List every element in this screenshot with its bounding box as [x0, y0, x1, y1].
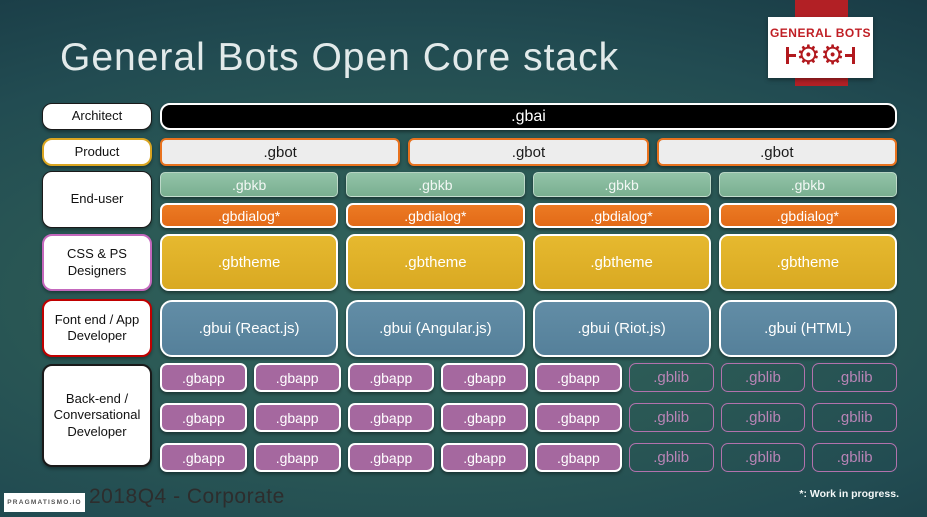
gear-icon: ⚙	[796, 40, 821, 71]
gbkb-box: .gbkb	[718, 172, 897, 197]
gblib-box: .gblib	[812, 443, 897, 472]
gbapp-box: .gbapp	[535, 403, 622, 432]
gbapp-box: .gbapp	[441, 363, 528, 392]
gbui-angular-box: .gbui (Angular.js)	[346, 300, 525, 357]
gbkb-box: .gbkb	[160, 172, 339, 197]
slide: { "title": "General Bots Open Core stack…	[0, 0, 927, 517]
row-apps-2: .gbapp .gbapp .gbapp .gbapp .gbapp .gbli…	[160, 403, 897, 432]
gblib-box: .gblib	[628, 363, 714, 392]
row-gbui: .gbui (React.js) .gbui (Angular.js) .gbu…	[160, 300, 897, 357]
gblib-box: .gblib	[628, 403, 714, 432]
gbot-box: .gbot	[408, 138, 649, 166]
slide-title: General Bots Open Core stack	[60, 36, 620, 79]
gbot-box: .gbot	[656, 138, 897, 166]
gbapp-box: .gbapp	[535, 443, 622, 472]
gbdialog-box: .gbdialog*	[718, 203, 897, 228]
gbui-riot-box: .gbui (Riot.js)	[532, 300, 711, 357]
row-gbot: .gbot .gbot .gbot	[160, 138, 897, 166]
gblib-box: .gblib	[628, 443, 714, 472]
gbtheme-box: .gbtheme	[160, 234, 339, 291]
gbtheme-box: .gbtheme	[532, 234, 711, 291]
gear-axle-icon	[844, 54, 852, 57]
gbapp-box: .gbapp	[441, 443, 528, 472]
gbkb-box: .gbkb	[532, 172, 711, 197]
gblib-box: .gblib	[720, 403, 806, 432]
row-apps-1: .gbapp .gbapp .gbapp .gbapp .gbapp .gbli…	[160, 363, 897, 392]
gbapp-box: .gbapp	[347, 403, 435, 432]
role-label-end-user: End-user	[42, 171, 152, 228]
gbapp-box: .gbapp	[160, 443, 247, 472]
gbdialog-box: .gbdialog*	[532, 203, 711, 228]
gears-icon: ⚙ ⚙	[786, 40, 855, 71]
gbapp-box: .gbapp	[253, 363, 341, 392]
footer-caption: 2018Q4 - Corporate	[89, 485, 285, 508]
row-apps-3: .gbapp .gbapp .gbapp .gbapp .gbapp .gbli…	[160, 443, 897, 472]
gbapp-box: .gbapp	[347, 363, 435, 392]
gblib-box: .gblib	[812, 403, 897, 432]
pragmatismo-badge: PRAGMATISMO.IO	[4, 493, 85, 512]
gear-endcap-icon	[851, 47, 855, 64]
gbui-react-box: .gbui (React.js)	[160, 300, 339, 357]
gbapp-box: .gbapp	[253, 443, 341, 472]
row-gbtheme: .gbtheme .gbtheme .gbtheme .gbtheme	[160, 234, 897, 291]
row-gbdialog: .gbdialog* .gbdialog* .gbdialog* .gbdial…	[160, 203, 897, 228]
row-gbai: .gbai	[160, 103, 897, 130]
gbtheme-box: .gbtheme	[346, 234, 525, 291]
general-bots-logo: GENERAL BOTS ⚙ ⚙	[768, 17, 873, 78]
gbdialog-box: .gbdialog*	[160, 203, 339, 228]
gear-axle-icon	[789, 54, 797, 57]
gbapp-box: .gbapp	[535, 363, 622, 392]
gbtheme-box: .gbtheme	[718, 234, 897, 291]
row-gbkb: .gbkb .gbkb .gbkb .gbkb	[160, 172, 897, 197]
role-label-frontend-app-developer: Font end / App Developer	[42, 299, 152, 357]
gbapp-box: .gbapp	[160, 403, 247, 432]
gbkb-box: .gbkb	[346, 172, 525, 197]
gbui-html-box: .gbui (HTML)	[718, 300, 897, 357]
gbot-box: .gbot	[160, 138, 401, 166]
gbai-box: .gbai	[160, 103, 897, 130]
role-label-backend-conversational-developer: Back-end / Conversational Developer	[42, 364, 152, 467]
gear-icon: ⚙	[820, 40, 845, 71]
role-label-css-ps-designers: CSS & PS Designers	[42, 234, 152, 291]
logo-brand-text: GENERAL BOTS	[769, 26, 872, 40]
role-label-product: Product	[42, 138, 152, 166]
gbapp-box: .gbapp	[253, 403, 341, 432]
gbapp-box: .gbapp	[160, 363, 247, 392]
gbapp-box: .gbapp	[347, 443, 435, 472]
gblib-box: .gblib	[720, 363, 806, 392]
gblib-box: .gblib	[812, 363, 897, 392]
gbapp-box: .gbapp	[441, 403, 528, 432]
gblib-box: .gblib	[720, 443, 806, 472]
role-label-architect: Architect	[42, 103, 152, 130]
work-in-progress-note: *: Work in progress.	[799, 488, 899, 500]
gbdialog-box: .gbdialog*	[346, 203, 525, 228]
